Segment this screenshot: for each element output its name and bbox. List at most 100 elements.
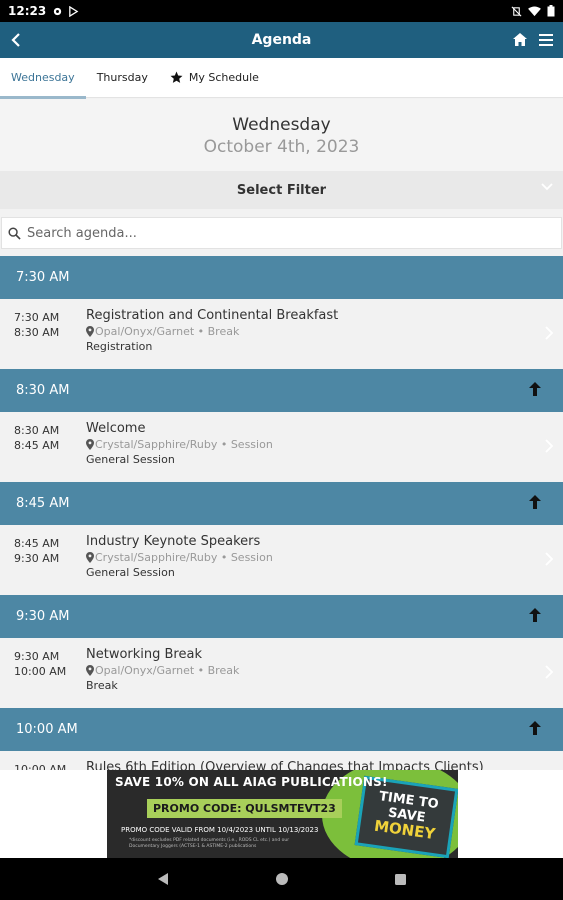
arrow-up-icon[interactable]	[529, 495, 541, 509]
search-icon	[8, 226, 21, 240]
nav-back-icon[interactable]	[156, 872, 170, 886]
session-title: Welcome	[86, 421, 146, 436]
arrow-up-icon[interactable]	[529, 721, 541, 735]
session-start: 9:30 AM	[14, 650, 60, 663]
map-pin-icon	[86, 439, 94, 450]
session-location: Opal/Onyx/Garnet • Break	[86, 664, 239, 677]
tab-label: My Schedule	[188, 71, 259, 84]
full-date: October 4th, 2023	[203, 137, 360, 157]
tab-label: Thursday	[96, 71, 148, 84]
session-location-text: Opal/Onyx/Garnet • Break	[95, 664, 240, 677]
tab-wednesday[interactable]: Wednesday	[0, 58, 86, 99]
nav-recents-icon[interactable]	[394, 873, 407, 886]
time-slot-label: 7:30 AM	[16, 270, 70, 285]
chevron-right-icon	[545, 439, 553, 453]
ad-zone: TIME TO SAVE MONEY SAVE 10% ON ALL AIAG …	[0, 770, 563, 858]
status-notification-icons	[52, 5, 79, 17]
session-info: Registration and Continental Breakfast O…	[86, 308, 338, 353]
session-track: General Session	[86, 453, 175, 466]
chevron-down-icon	[541, 183, 553, 191]
arrow-up-icon[interactable]	[529, 382, 541, 396]
session-location: Crystal/Sapphire/Ruby • Session	[86, 551, 273, 564]
promo-ad-banner[interactable]: TIME TO SAVE MONEY SAVE 10% ON ALL AIAG …	[107, 770, 458, 858]
session-times: 9:30 AM 10:00 AM	[14, 649, 66, 679]
chevron-right-icon	[545, 665, 553, 679]
hamburger-menu-icon	[539, 33, 553, 46]
search-bar	[1, 217, 562, 249]
ad-board-text: TIME TO SAVE MONEY	[360, 787, 454, 844]
session-info: Welcome Crystal/Sapphire/Ruby • Session …	[86, 421, 273, 466]
status-bar: 12:23	[0, 0, 563, 22]
session-title: Networking Break	[86, 647, 202, 662]
session-row[interactable]: 8:30 AM 8:45 AM Welcome Crystal/Sapphire…	[0, 412, 563, 482]
map-pin-icon	[86, 552, 94, 563]
tab-my-schedule[interactable]: My Schedule	[159, 58, 270, 98]
session-end: 8:45 AM	[14, 439, 60, 452]
session-title: Industry Keynote Speakers	[86, 534, 261, 549]
session-start: 8:45 AM	[14, 537, 60, 550]
session-times: 8:45 AM 9:30 AM	[14, 536, 59, 566]
time-slot-label: 10:00 AM	[16, 722, 78, 737]
ad-fine-print: *discount excludes PDF related documents…	[129, 838, 290, 849]
home-button[interactable]	[513, 31, 527, 50]
tab-thursday[interactable]: Thursday	[86, 58, 159, 98]
map-pin-icon	[86, 326, 94, 337]
session-title: Registration and Continental Breakfast	[86, 308, 339, 323]
session-row[interactable]: 8:45 AM 9:30 AM Industry Keynote Speaker…	[0, 525, 563, 595]
session-track: General Session	[86, 566, 175, 579]
search-input[interactable]	[27, 225, 507, 241]
chevron-left-icon	[11, 33, 20, 47]
system-nav-bar	[0, 858, 563, 900]
session-location: Crystal/Sapphire/Ruby • Session	[86, 438, 273, 451]
session-row[interactable]: 7:30 AM 8:30 AM Registration and Contine…	[0, 299, 563, 369]
session-location-text: Opal/Onyx/Garnet • Break	[95, 325, 240, 338]
gear-icon	[54, 7, 62, 15]
map-pin-icon	[86, 665, 94, 676]
session-info: Networking Break Opal/Onyx/Garnet • Brea…	[86, 647, 239, 692]
chevron-right-icon	[545, 552, 553, 566]
session-times: 8:30 AM 8:45 AM	[14, 423, 59, 453]
time-slot-header: 8:45 AM	[0, 482, 563, 525]
session-location-text: Crystal/Sapphire/Ruby • Session	[95, 438, 273, 451]
time-slot-label: 9:30 AM	[16, 609, 70, 624]
filter-label: Select Filter	[236, 182, 327, 198]
nav-home-icon[interactable]	[275, 872, 289, 886]
time-slot-label: 8:45 AM	[16, 496, 70, 511]
play-store-icon	[69, 5, 79, 17]
status-system-icons	[511, 5, 555, 17]
app-bar: Agenda	[0, 22, 563, 58]
session-location: Opal/Onyx/Garnet • Break	[86, 325, 338, 338]
session-end: 10:00 AM	[14, 665, 67, 678]
menu-button[interactable]	[539, 31, 553, 50]
vibrate-off-icon	[511, 6, 522, 16]
tab-label: Wednesday	[11, 71, 75, 84]
wifi-icon	[528, 5, 541, 16]
session-start: 7:30 AM	[14, 311, 60, 324]
agenda-list: 7:30 AM 7:30 AM 8:30 AM Registration and…	[0, 256, 563, 821]
home-icon	[513, 32, 527, 46]
date-header: Wednesday October 4th, 2023	[0, 99, 563, 171]
ad-promo-code: PROMO CODE: QULSMTEVT23	[147, 799, 342, 818]
ad-headline: SAVE 10% ON ALL AIAG PUBLICATIONS!	[115, 775, 388, 789]
agenda-screen: 12:23 Agenda Wednesday Thursday My Sched…	[0, 0, 563, 900]
time-slot-label: 8:30 AM	[16, 383, 70, 398]
status-time: 12:23	[8, 4, 47, 18]
session-times: 7:30 AM 8:30 AM	[14, 310, 59, 340]
battery-icon	[547, 5, 555, 17]
session-track: Registration	[86, 340, 153, 353]
time-slot-header: 7:30 AM	[0, 256, 563, 299]
session-info: Industry Keynote Speakers Crystal/Sapphi…	[86, 534, 273, 579]
session-start: 8:30 AM	[14, 424, 60, 437]
page-title: Agenda	[251, 32, 312, 48]
time-slot-header: 10:00 AM	[0, 708, 563, 751]
back-button[interactable]	[0, 22, 32, 58]
session-row[interactable]: 9:30 AM 10:00 AM Networking Break Opal/O…	[0, 638, 563, 708]
day-name: Wednesday	[232, 115, 331, 135]
session-end: 9:30 AM	[14, 552, 60, 565]
session-track: Break	[86, 679, 118, 692]
time-slot-header: 9:30 AM	[0, 595, 563, 638]
session-location-text: Crystal/Sapphire/Ruby • Session	[95, 551, 273, 564]
arrow-up-icon[interactable]	[529, 608, 541, 622]
select-filter-dropdown[interactable]: Select Filter	[0, 171, 563, 209]
session-end: 8:30 AM	[14, 326, 60, 339]
